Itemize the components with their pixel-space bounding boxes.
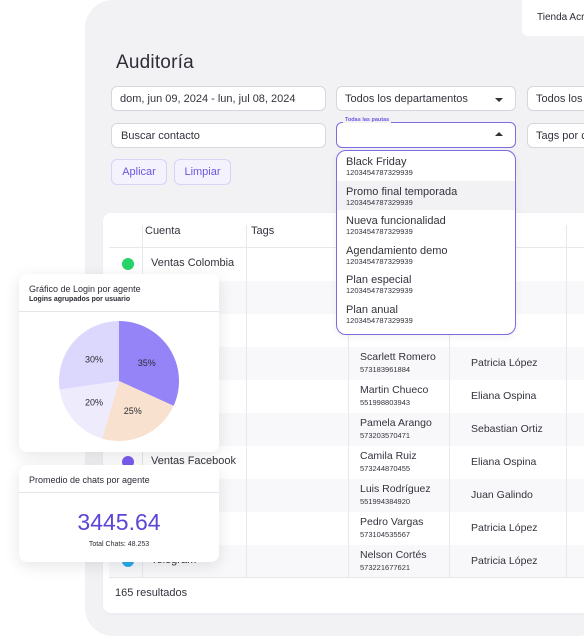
column-divider [566, 225, 567, 577]
chevron-up-icon [495, 132, 503, 136]
login-pie-chart: 35% 25% 20% 30% [59, 321, 180, 441]
option-name: Agendamiento demo [346, 244, 448, 257]
agent-name: Eliana Ospina [471, 390, 537, 402]
dropdown-option[interactable]: Black Friday 1203454787329939 [337, 151, 515, 181]
contact-name: Camila Ruiz [360, 450, 417, 462]
date-range-value: dom, jun 09, 2024 - lun, jul 08, 2024 [120, 92, 296, 105]
campaign-dropdown-menu: Black Friday 1203454787329939 Promo final … [336, 150, 516, 335]
option-name: Plan anual [346, 303, 398, 316]
agent-name: Patricia López [471, 555, 538, 567]
contact-phone: 573203570471 [360, 431, 411, 440]
search-placeholder: Buscar contacto [121, 129, 200, 142]
department-select[interactable]: Todos los departamentos [336, 86, 516, 111]
option-name: Promo final temporada [346, 185, 458, 198]
agent-name: Patricia López [471, 357, 538, 369]
contact-phone: 551998803943 [360, 398, 411, 407]
dropdown-option[interactable]: Plan especial 1203454787329939 [337, 269, 515, 299]
option-id: 1203454787329939 [346, 256, 413, 266]
store-tab[interactable]: Tienda Acr [522, 0, 584, 36]
login-card-subtitle: Logins agrupados por usuario [29, 296, 131, 303]
tags-select-value: Tags por c [536, 129, 584, 142]
apply-button[interactable]: Aplicar [111, 159, 167, 185]
option-id: 1203454787329939 [346, 227, 413, 236]
total-chats: Total Chats: 48.253 [88, 541, 150, 548]
third-select-value: Todos los c [536, 92, 584, 105]
contact-name: Martin Chueco [360, 384, 429, 396]
contact-phone: 573244870455 [360, 464, 411, 473]
date-range-field[interactable]: dom, jun 09, 2024 - lun, jul 08, 2024 [111, 86, 326, 111]
dropdown-option[interactable]: Promo final temporada 1203454787329939 [337, 180, 515, 210]
contact-name: Nelson Cortés [360, 549, 427, 561]
option-name: Nueva funcionalidad [346, 215, 446, 227]
third-select[interactable]: Todos los c [527, 86, 584, 111]
campaign-legend: Todas las pautas [343, 117, 392, 123]
account-name: Ventas Colombia [151, 257, 235, 269]
option-id: 1203454787329939 [346, 315, 413, 325]
agent-name: Patricia López [471, 522, 538, 534]
agent-name: Juan Galindo [471, 489, 533, 501]
contact-name: Pedro Vargas [360, 516, 424, 528]
contact-name: Scarlett Romero [360, 351, 436, 363]
login-card-title: Gráfico de Login por agente [29, 284, 141, 294]
contact-phone: 573183961884 [360, 365, 411, 374]
dropdown-option[interactable]: Agendamiento demo 1203454787329939 [337, 240, 515, 270]
column-divider [246, 225, 247, 577]
column-header-tags[interactable]: Tags [251, 225, 274, 237]
whatsapp-icon [122, 258, 134, 270]
agent-name: Eliana Ospina [471, 456, 537, 468]
option-id: 1203454787329939 [346, 286, 413, 295]
search-contact-input[interactable]: Buscar contacto [111, 123, 326, 148]
footer-divider [109, 577, 584, 578]
chats-average-value: 3445.64 [77, 509, 161, 535]
department-value: Todos los departamentos [345, 92, 468, 105]
dropdown-option[interactable]: Nueva funcionalidad 1203454787329939 [337, 210, 515, 240]
option-id: 1203454787329939 [346, 168, 413, 177]
contact-name: Pamela Arango [360, 417, 432, 429]
contact-phone: 551994384920 [360, 497, 411, 506]
option-id: 1203454787329939 [346, 197, 413, 207]
dropdown-option[interactable]: Plan anual 1203454787329939 [337, 299, 515, 329]
pie-slice-label: 30% [85, 354, 103, 364]
tags-select[interactable]: Tags por c [527, 123, 584, 148]
column-header-cuenta[interactable]: Cuenta [145, 225, 180, 237]
campaign-select[interactable]: Todas las pautas [336, 117, 516, 148]
option-name: Plan especial [346, 274, 412, 286]
login-chart-card: Gráfico de Login por agente Logins agrup… [19, 274, 219, 452]
contact-name: Luis Rodríguez [360, 483, 431, 495]
pie-slice-label: 35% [138, 358, 156, 368]
clear-button[interactable]: Limpiar [174, 159, 231, 185]
option-name: Black Friday [346, 156, 407, 168]
contact-phone: 573104535567 [360, 530, 411, 539]
card-divider [19, 492, 219, 493]
chevron-down-icon [495, 97, 503, 102]
chats-card-title: Promedio de chats por agente [29, 475, 150, 485]
chats-average-card: Promedio de chats por agente 3445.64 Tot… [19, 465, 219, 562]
contact-phone: 573221677621 [360, 563, 411, 572]
page-title: Auditoría [116, 52, 194, 73]
pie-slice-label: 25% [124, 406, 142, 416]
results-count: 165 resultados [115, 587, 188, 599]
agent-name: Sebastian Ortiz [471, 423, 543, 435]
pie-slice-label: 20% [85, 398, 103, 408]
